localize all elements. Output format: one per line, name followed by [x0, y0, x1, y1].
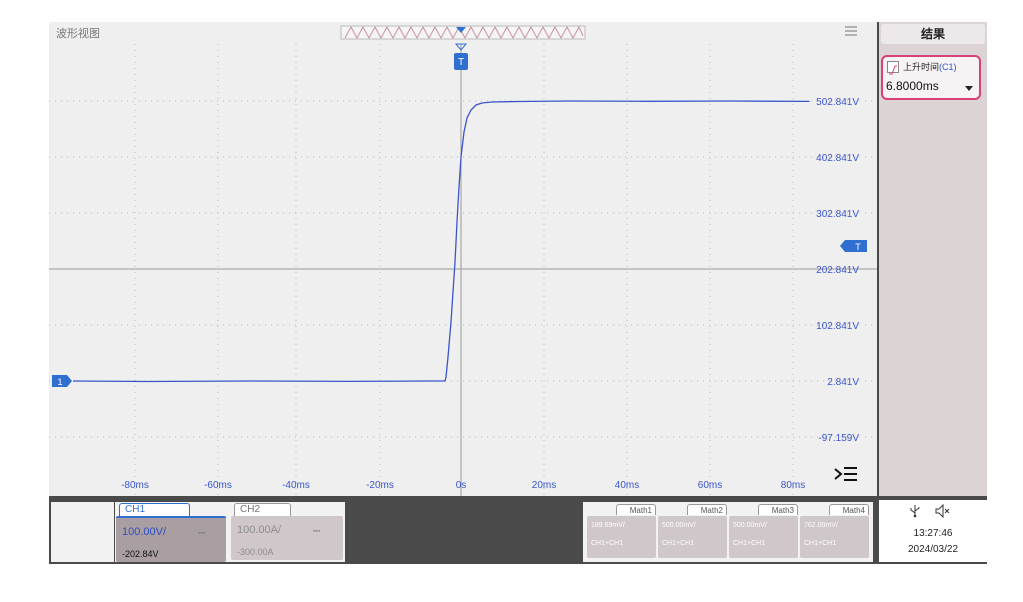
y-label: 2.841V [827, 377, 859, 388]
speaker-mute-icon[interactable] [934, 504, 952, 518]
ch2-tab[interactable]: CH2 [234, 503, 291, 516]
math1-settings[interactable]: 189.69mV/ CH1+CH1 [587, 516, 656, 558]
trigger-level-icon[interactable]: T [840, 240, 867, 252]
channel-bar: CH1 100.00V/ ⎓ -202.84V CH2 100.00A/ ⎓ -… [49, 498, 987, 564]
math3-tab[interactable]: Math3 [758, 504, 798, 515]
math4-tab[interactable]: Math4 [829, 504, 869, 515]
oscilloscope-app: T T 1 502.841V 402.841V 302.841V 202.841… [49, 22, 987, 564]
ch2-offset: -300.00A [237, 547, 274, 557]
y-label: 502.841V [816, 97, 859, 108]
clock-time: 13:27:46 [913, 528, 953, 539]
math4-scale: 762.00mV/ [804, 522, 838, 529]
status-panel: 13:27:46 2024/03/22 [879, 500, 987, 562]
x-label: -60ms [204, 480, 232, 491]
math1-tab[interactable]: Math1 [616, 504, 656, 515]
y-label: 402.841V [816, 153, 859, 164]
y-label: 102.841V [816, 321, 859, 332]
ch2-scale: 100.00A/ [237, 524, 282, 536]
math3-expression: CH1+CH1 [733, 540, 766, 547]
trigger-time-label: T [458, 57, 464, 68]
y-axis-labels: 502.841V 402.841V 302.841V 202.841V 102.… [816, 97, 859, 444]
waveform-view[interactable]: T T 1 502.841V 402.841V 302.841V 202.841… [49, 22, 877, 496]
x-label: -40ms [282, 480, 310, 491]
x-label: 40ms [615, 480, 639, 491]
x-axis-labels: -80ms -60ms -40ms -20ms 0s 20ms 40ms 60m… [121, 480, 805, 491]
x-label: 60ms [698, 480, 722, 491]
usb-icon [910, 505, 920, 518]
ch1-tab[interactable]: CH1 [119, 503, 190, 516]
ch1-scale: 100.00V/ [122, 526, 167, 538]
waveform-title: 波形视图 [56, 28, 100, 40]
y-label: 202.841V [816, 265, 859, 276]
channel-strip: CH1 100.00V/ ⎓ -202.84V CH2 100.00A/ ⎓ -… [115, 502, 345, 562]
waveform-plot[interactable]: T T 1 502.841V 402.841V 302.841V 202.841… [49, 22, 877, 496]
ch1-trace [72, 100, 810, 383]
math-strip: Math1 189.69mV/ CH1+CH1 Math2 500.00mV/ … [583, 502, 873, 562]
dc-coupling-icon: ⎓ [313, 526, 321, 536]
x-label: 80ms [781, 480, 805, 491]
chevron-down-icon[interactable] [965, 86, 973, 91]
math3-scale: 500.00mV/ [733, 522, 767, 529]
expand-menu-icon[interactable] [834, 467, 857, 481]
ch1-settings[interactable]: 100.00V/ ⎓ -202.84V [116, 516, 226, 562]
math2-tab[interactable]: Math2 [687, 504, 727, 515]
measurement-label: 上升时间(C1) [903, 60, 957, 73]
graticule [49, 44, 877, 496]
trigger-level-label: T [855, 242, 861, 252]
blank-cell [51, 502, 114, 562]
trigger-time-icon[interactable]: T [454, 53, 468, 70]
rise-time-measurement[interactable]: 上升时间(C1) 6.8000ms [881, 55, 981, 100]
channel1-ground-marker[interactable]: 1 [52, 375, 72, 387]
x-label: 0s [456, 480, 467, 491]
x-label: -80ms [121, 480, 149, 491]
x-label: -20ms [366, 480, 394, 491]
rise-edge-icon [887, 61, 899, 75]
math1-scale: 189.69mV/ [591, 522, 625, 529]
results-panel: 结果 上升时间(C1) 6.8000ms [879, 22, 987, 496]
clock-date: 2024/03/22 [907, 544, 959, 555]
dc-coupling-icon: ⎓ [198, 528, 206, 538]
x-label: 20ms [532, 480, 556, 491]
math2-expression: CH1+CH1 [662, 540, 695, 547]
math1-expression: CH1+CH1 [591, 540, 624, 547]
math4-settings[interactable]: 762.00mV/ CH1+CH1 [800, 516, 869, 558]
channel1-marker-label: 1 [57, 377, 62, 387]
math2-scale: 500.00mV/ [662, 522, 696, 529]
math2-settings[interactable]: 500.00mV/ CH1+CH1 [658, 516, 727, 558]
center-axes [49, 44, 877, 496]
y-label: 302.841V [816, 209, 859, 220]
measurement-name: 上升时间 [903, 62, 940, 72]
measurement-value: 6.8000ms [886, 79, 939, 93]
ch1-offset: -202.84V [122, 549, 159, 559]
results-header[interactable]: 结果 [881, 24, 985, 44]
menu-icon[interactable] [844, 25, 858, 37]
waveform-header: 波形视图 [49, 22, 877, 42]
measurement-source: (C1) [939, 62, 957, 72]
y-label: -97.159V [818, 433, 859, 444]
ch2-settings[interactable]: 100.00A/ ⎓ -300.00A [231, 516, 343, 560]
math3-settings[interactable]: 500.00mV/ CH1+CH1 [729, 516, 798, 558]
math4-expression: CH1+CH1 [804, 540, 837, 547]
